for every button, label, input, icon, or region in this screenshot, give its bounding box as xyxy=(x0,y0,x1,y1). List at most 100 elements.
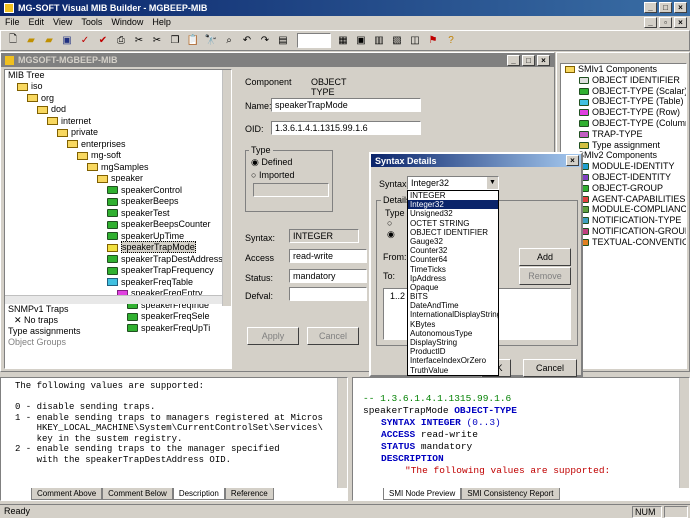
syntax-option[interactable]: TruthValue xyxy=(408,366,498,375)
range-row[interactable]: 1..2 xyxy=(390,291,405,301)
oid-field[interactable]: 1.3.6.1.4.1.1315.99.1.6 xyxy=(271,121,421,135)
syntax-option[interactable]: Opaque xyxy=(408,283,498,292)
close-button[interactable]: × xyxy=(674,2,687,13)
smi-component-item[interactable]: OBJECT-TYPE (Table) xyxy=(565,96,686,107)
tree-node[interactable]: speakerBeepsCounter xyxy=(5,219,231,231)
cancel-button[interactable]: Cancel xyxy=(307,327,359,345)
mib-close-button[interactable]: × xyxy=(537,55,550,66)
smi-component-item[interactable]: MODULE-COMPLIANCE xyxy=(565,204,686,215)
tree-node[interactable]: org xyxy=(5,93,231,105)
open-icon[interactable]: ▰ xyxy=(41,33,57,49)
view3-icon[interactable]: ▥ xyxy=(371,33,387,49)
new-file-icon[interactable]: 🗋 xyxy=(5,33,21,49)
menu-tools[interactable]: Tools xyxy=(81,16,102,29)
access-select[interactable]: read-write xyxy=(289,249,367,263)
toolbar-combo[interactable] xyxy=(297,33,331,48)
menu-view[interactable]: View xyxy=(53,16,72,29)
smi-component-item[interactable]: TEXTUAL-CONVENTION xyxy=(565,237,686,248)
tab-reference[interactable]: Reference xyxy=(224,488,274,500)
tree-node[interactable]: speakerBeeps xyxy=(5,196,231,208)
syntax-field[interactable]: INTEGER xyxy=(289,229,359,243)
flag-icon[interactable]: ⚑ xyxy=(425,33,441,49)
description-text[interactable]: The following values are supported: 0 - d… xyxy=(1,378,347,488)
mib-maximize-button[interactable]: □ xyxy=(522,55,535,66)
view2-icon[interactable]: ▣ xyxy=(353,33,369,49)
defval-field[interactable] xyxy=(289,287,367,301)
find-next-icon[interactable]: ⌕ xyxy=(221,33,237,49)
mdi-close-button[interactable]: × xyxy=(674,17,687,28)
smi-component-item[interactable]: Type assignment xyxy=(565,140,686,151)
tree-node[interactable]: iso xyxy=(5,81,231,93)
remove-button[interactable]: Remove xyxy=(519,267,571,285)
dlg-cancel-button[interactable]: Cancel xyxy=(523,359,577,377)
redo-icon[interactable]: ↷ xyxy=(257,33,273,49)
tree-node[interactable]: speakerTrapMode xyxy=(5,241,231,254)
syntax-option[interactable]: OCTET STRING xyxy=(408,219,498,228)
view1-icon[interactable]: ▦ xyxy=(335,33,351,49)
syntax-option[interactable]: Counter32 xyxy=(408,246,498,255)
syntax-option[interactable]: INTEGER xyxy=(408,191,498,200)
view5-icon[interactable]: ◫ xyxy=(407,33,423,49)
tree-node[interactable]: mgSamples xyxy=(5,162,231,174)
defined-radio[interactable]: ◉ Defined xyxy=(251,157,292,168)
mib-minimize-button[interactable]: _ xyxy=(507,55,520,66)
tab-smi-node-preview[interactable]: SMI Node Preview xyxy=(383,488,462,500)
view4-icon[interactable]: ▧ xyxy=(389,33,405,49)
syntax-option[interactable]: InterfaceIndexOrZero xyxy=(408,356,498,365)
cut-icon[interactable]: ✂ xyxy=(149,33,165,49)
copy-icon[interactable]: ❐ xyxy=(167,33,183,49)
tree-node[interactable]: internet xyxy=(5,116,231,128)
name-field[interactable]: speakerTrapMode xyxy=(271,98,421,112)
smi-component-item[interactable]: AGENT-CAPABILITIES xyxy=(565,194,686,205)
minimize-button[interactable]: _ xyxy=(644,2,657,13)
tree-node[interactable]: speakerTrapDestAddress xyxy=(5,254,231,266)
tree-node[interactable]: speakerTrapFrequency xyxy=(5,265,231,277)
syntax-option[interactable]: ProductID xyxy=(408,347,498,356)
syntax-dialog-close-button[interactable]: × xyxy=(566,155,579,166)
smi-component-item[interactable]: NOTIFICATION-TYPE xyxy=(565,215,686,226)
imported-radio[interactable]: ○ Imported xyxy=(251,170,294,180)
smi-component-item[interactable]: OBJECT-TYPE (Row) xyxy=(565,107,686,118)
tree-hscrollbar[interactable] xyxy=(5,295,231,304)
smi-component-item[interactable]: OBJECT IDENTIFIER xyxy=(565,75,686,86)
syntax-option[interactable]: KBytes xyxy=(408,320,498,329)
syntax-option[interactable]: Gauge32 xyxy=(408,237,498,246)
syntax-option[interactable]: Unsigned32 xyxy=(408,209,498,218)
mdi-minimize-button[interactable]: _ xyxy=(644,17,657,28)
save-icon[interactable]: ▣ xyxy=(59,33,75,49)
print-icon[interactable]: ⎙ xyxy=(113,33,129,49)
menu-help[interactable]: Help xyxy=(152,16,171,29)
smi-component-item[interactable]: TRAP-TYPE xyxy=(565,129,686,140)
smi-component-item[interactable]: NOTIFICATION-GROUP xyxy=(565,226,686,237)
preview-vscrollbar[interactable] xyxy=(679,378,689,488)
paste-icon[interactable]: 📋 xyxy=(185,33,201,49)
no-traps-item[interactable]: ✕ No traps xyxy=(8,315,231,326)
syntax-option[interactable]: DisplayString xyxy=(408,338,498,347)
smi-component-item[interactable]: MODULE-IDENTITY xyxy=(565,161,686,172)
smi-component-item[interactable]: OBJECT-IDENTITY xyxy=(565,172,686,183)
props-icon[interactable]: ▤ xyxy=(275,33,291,49)
help-icon[interactable]: ? xyxy=(443,33,459,49)
dlg-syntax-select[interactable]: Integer32 ▼ xyxy=(407,176,499,190)
status-select[interactable]: mandatory xyxy=(289,269,367,283)
chevron-down-icon[interactable]: ▼ xyxy=(487,177,498,189)
syntax-option[interactable]: TimeTicks xyxy=(408,265,498,274)
tab-comment-above[interactable]: Comment Above xyxy=(31,488,103,500)
undo-icon[interactable]: ↶ xyxy=(239,33,255,49)
tree-node[interactable]: speakerUpTime xyxy=(5,231,231,243)
tree-node[interactable]: speaker xyxy=(5,173,231,185)
syntax-option[interactable]: OBJECT IDENTIFIER xyxy=(408,228,498,237)
smi-group-header[interactable]: SMIv1 Components xyxy=(565,64,686,75)
syntax-option[interactable]: Counter64 xyxy=(408,255,498,264)
syntax-dropdown-list[interactable]: INTEGER Integer32 Unsigned32 OCTET STRING OB… xyxy=(407,190,499,376)
tree-node[interactable]: speakerControl xyxy=(5,185,231,197)
syntax-option[interactable]: DateAndTime xyxy=(408,301,498,310)
tree-node[interactable]: mg-soft xyxy=(5,150,231,162)
tab-description[interactable]: Description xyxy=(172,488,225,500)
smi-component-item[interactable]: OBJECT-GROUP xyxy=(565,183,686,194)
syntax-option[interactable]: IpAddress xyxy=(408,274,498,283)
dlg-radio-icon[interactable]: ○ xyxy=(387,218,392,228)
mib-tree-pane[interactable]: MIB Tree iso org dod internet private enterpr… xyxy=(4,69,232,369)
menu-file[interactable]: File xyxy=(5,16,20,29)
mdi-restore-button[interactable]: ▫ xyxy=(659,17,672,28)
